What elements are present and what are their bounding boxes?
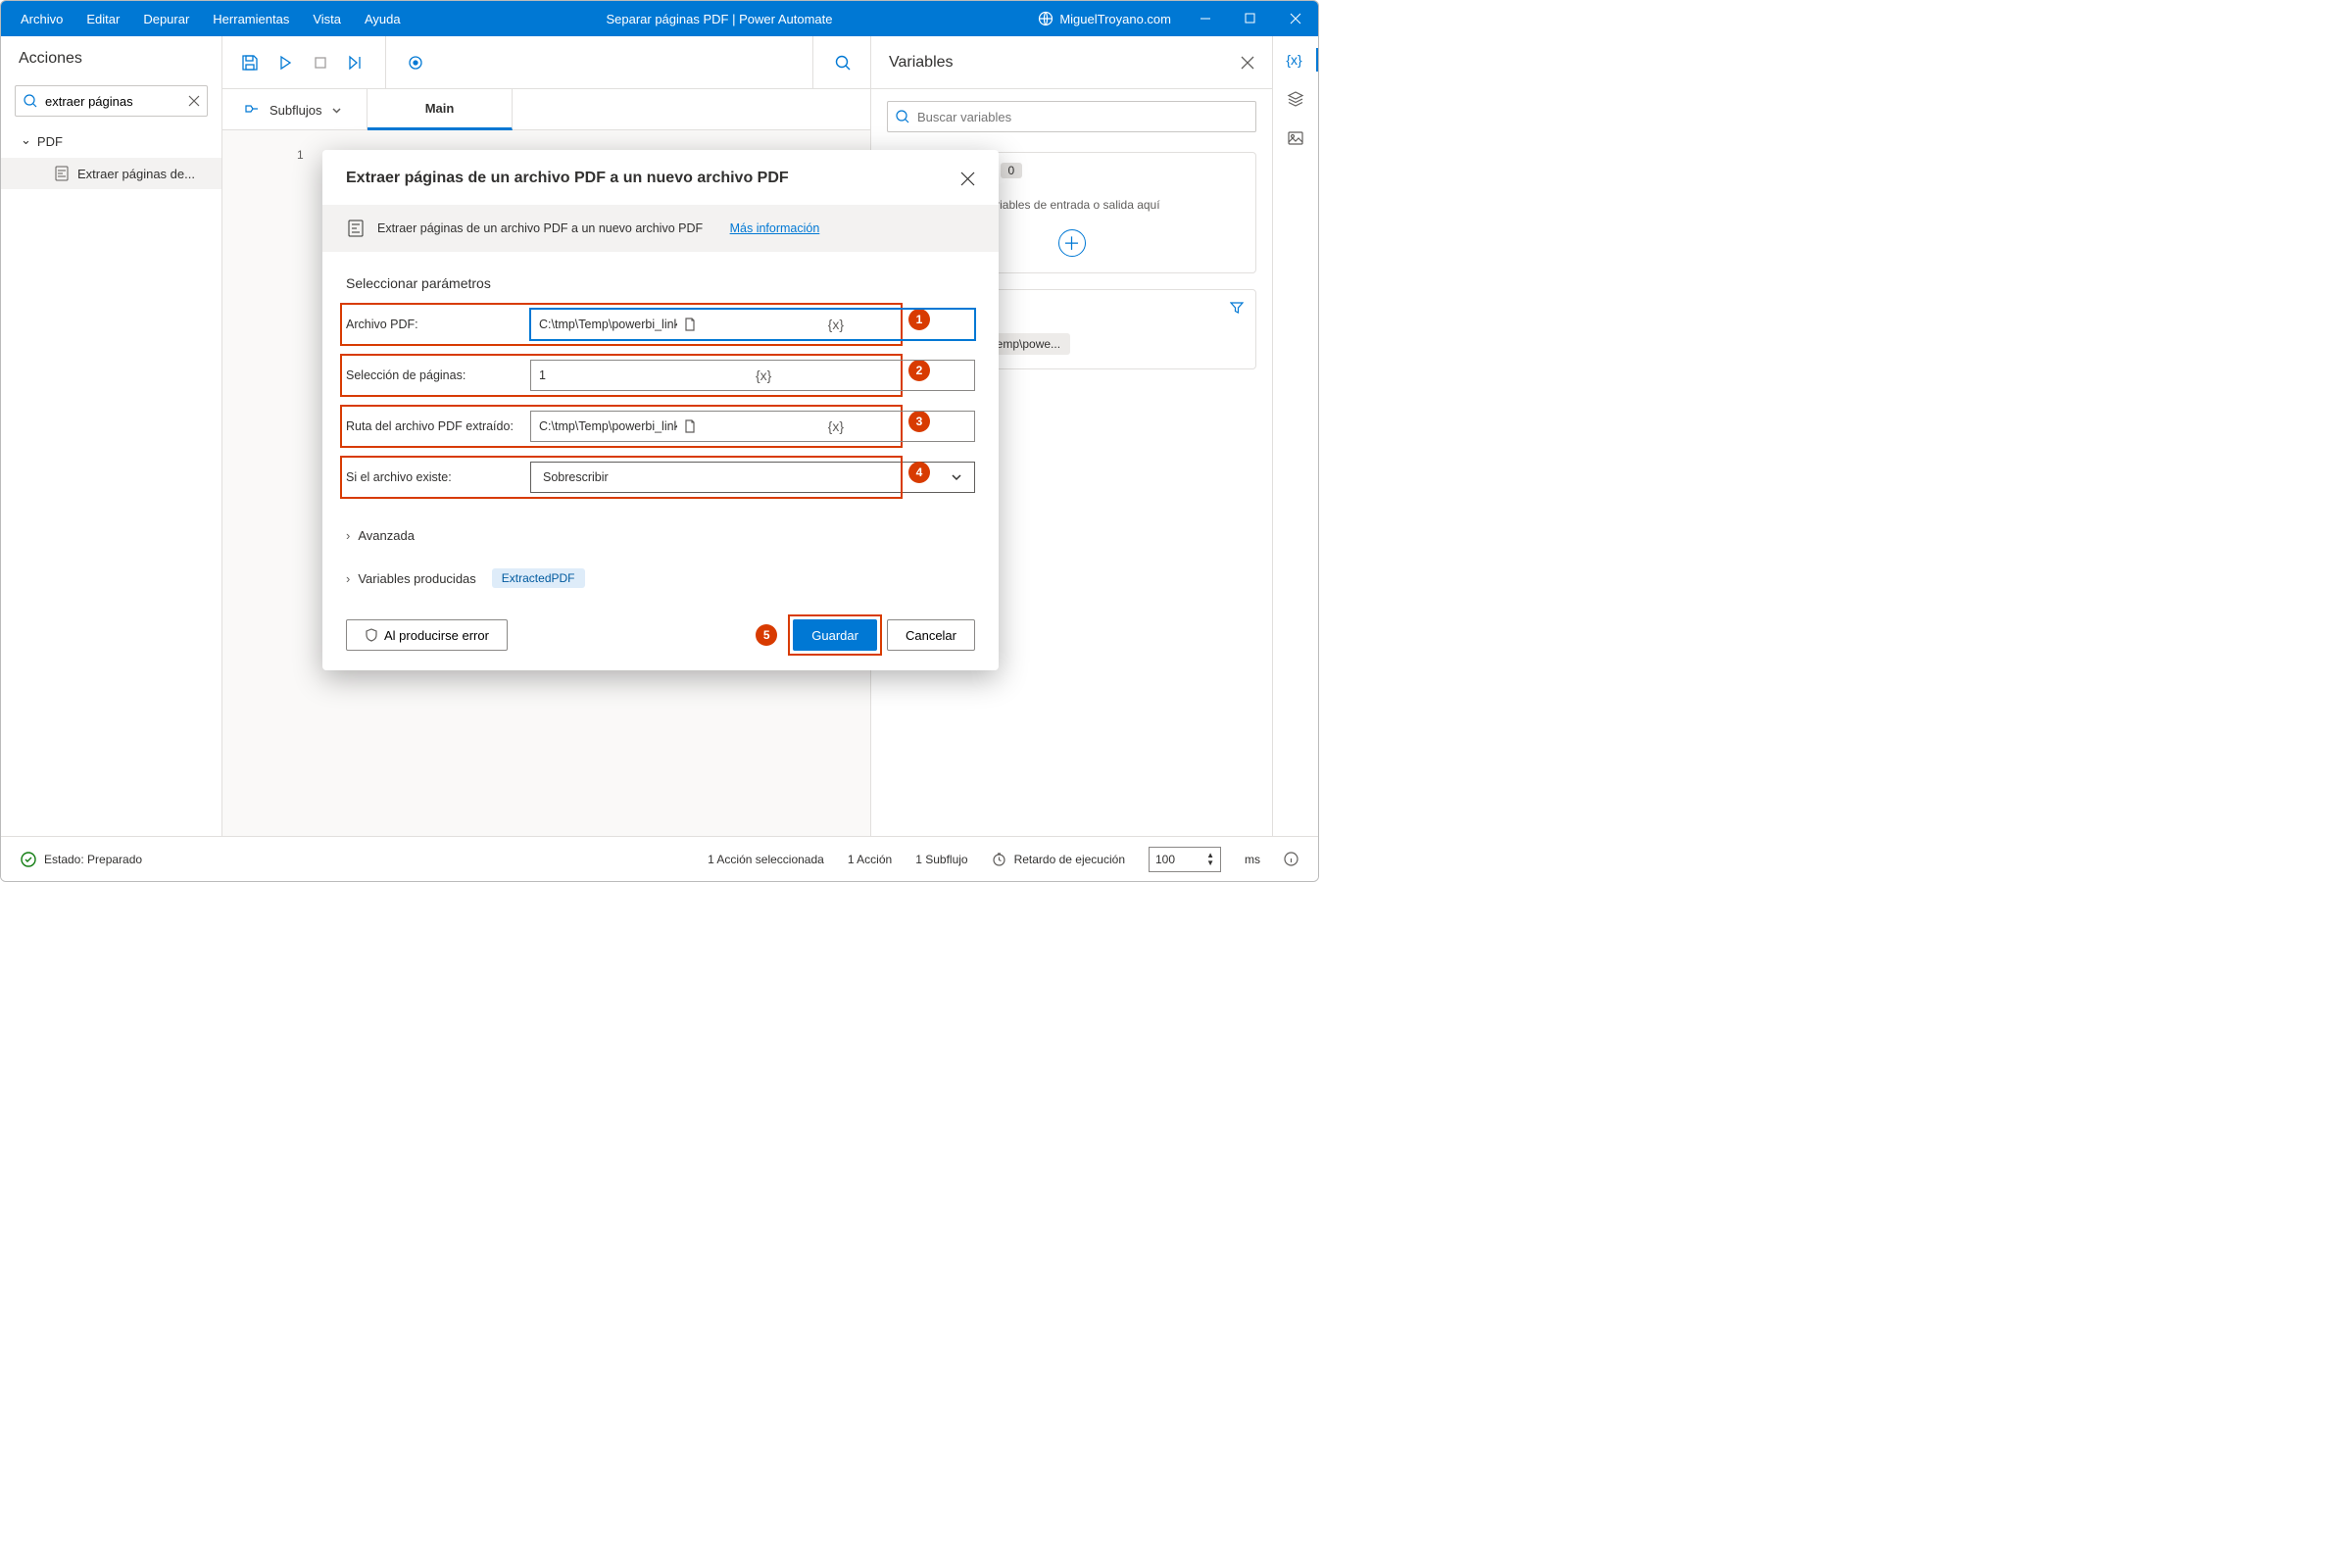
record-icon[interactable] bbox=[406, 53, 425, 73]
dialog-title: Extraer páginas de un archivo PDF a un n… bbox=[346, 170, 789, 187]
search-icon bbox=[23, 93, 38, 109]
io-count-badge: 0 bbox=[1001, 163, 1023, 178]
pdf-icon bbox=[346, 219, 366, 238]
menu-help[interactable]: Ayuda bbox=[353, 4, 413, 34]
actions-header: Acciones bbox=[1, 36, 221, 81]
save-button[interactable]: Guardar bbox=[793, 619, 877, 651]
file-picker-icon[interactable] bbox=[683, 419, 821, 433]
status-ms: ms bbox=[1245, 853, 1260, 866]
input-page-selection[interactable]: 1 {x} bbox=[530, 360, 975, 391]
line-number: 1 bbox=[297, 148, 304, 162]
variable-picker-icon[interactable]: {x} bbox=[828, 317, 966, 332]
file-picker-icon[interactable] bbox=[683, 318, 821, 331]
row-pdf-file: 1 Archivo PDF: C:\tmp\Temp\powerbi_linke… bbox=[346, 309, 975, 340]
actions-search-input[interactable] bbox=[15, 85, 208, 117]
site-link[interactable]: MiguelTroyano.com bbox=[1026, 11, 1183, 26]
rail-variables-icon[interactable]: {x} bbox=[1273, 48, 1319, 72]
action-item-extract-pages[interactable]: Extraer páginas de... bbox=[1, 158, 221, 189]
menu-tools[interactable]: Herramientas bbox=[201, 4, 301, 34]
variable-picker-icon[interactable]: {x} bbox=[756, 368, 966, 383]
status-sub: 1 Subflujo bbox=[915, 853, 967, 866]
window-controls bbox=[1183, 1, 1318, 36]
action-group-pdf[interactable]: PDF bbox=[1, 126, 221, 158]
menu-view[interactable]: Vista bbox=[301, 4, 353, 34]
label-output-path: Ruta del archivo PDF extraído: bbox=[346, 419, 530, 433]
actions-panel: Acciones PDF Extraer páginas de... bbox=[1, 36, 222, 837]
close-panel-icon[interactable] bbox=[1241, 56, 1254, 70]
status-act: 1 Acción bbox=[848, 853, 892, 866]
variables-header: Variables bbox=[871, 36, 1272, 89]
save-icon[interactable] bbox=[240, 53, 260, 73]
row-page-selection: 2 Selección de páginas: 1 {x} bbox=[346, 360, 975, 391]
rail-images-icon[interactable] bbox=[1284, 126, 1307, 150]
minimize-button[interactable] bbox=[1183, 1, 1228, 36]
clear-search-icon[interactable] bbox=[186, 93, 202, 109]
close-button[interactable] bbox=[1273, 1, 1318, 36]
subflow-icon bbox=[244, 102, 260, 118]
spinner-arrows[interactable]: ▲▼ bbox=[1206, 852, 1214, 867]
rail-layers-icon[interactable] bbox=[1284, 87, 1307, 111]
menu-edit[interactable]: Editar bbox=[74, 4, 131, 34]
on-error-button[interactable]: Al producirse error bbox=[346, 619, 508, 651]
stop-icon[interactable] bbox=[311, 53, 330, 73]
input-output-path[interactable]: C:\tmp\Temp\powerbi_linkedin_info_página… bbox=[530, 411, 975, 442]
shield-icon bbox=[365, 628, 378, 642]
main-tab[interactable]: Main bbox=[368, 89, 513, 130]
titlebar: Archivo Editar Depurar Herramientas Vist… bbox=[1, 1, 1318, 36]
tabs-bar: Subflujos Main bbox=[222, 89, 870, 130]
variables-search-input[interactable] bbox=[887, 101, 1256, 132]
extract-pdf-dialog: Extraer páginas de un archivo PDF a un n… bbox=[322, 150, 999, 670]
window-title: Separar páginas PDF | Power Automate bbox=[413, 12, 1027, 26]
delay-value-input[interactable]: 100 ▲▼ bbox=[1149, 847, 1221, 872]
dialog-close-icon[interactable] bbox=[960, 172, 975, 186]
maximize-button[interactable] bbox=[1228, 1, 1273, 36]
variable-picker-icon[interactable]: {x} bbox=[828, 418, 966, 434]
label-if-exists: Si el archivo existe: bbox=[346, 470, 530, 484]
more-info-link[interactable]: Más información bbox=[730, 221, 820, 235]
row-if-exists: 4 Si el archivo existe: Sobrescribir bbox=[346, 462, 975, 493]
select-if-exists[interactable]: Sobrescribir bbox=[530, 462, 975, 493]
filter-icon[interactable] bbox=[1230, 301, 1244, 315]
label-page-selection: Selección de páginas: bbox=[346, 368, 530, 382]
menu-bar: Archivo Editar Depurar Herramientas Vist… bbox=[1, 4, 413, 34]
dialog-footer: Al producirse error 5 Guardar Cancelar bbox=[322, 602, 999, 670]
variables-produced-expander[interactable]: Variables producidas ExtractedPDF bbox=[322, 563, 999, 594]
actions-search bbox=[15, 85, 208, 117]
label-pdf-file: Archivo PDF: bbox=[346, 318, 530, 331]
toolbar bbox=[222, 36, 870, 89]
status-sel: 1 Acción seleccionada bbox=[708, 853, 824, 866]
app-window: Archivo Editar Depurar Herramientas Vist… bbox=[0, 0, 1319, 882]
chevron-down-icon bbox=[951, 471, 962, 483]
advanced-expander[interactable]: Avanzada bbox=[322, 522, 999, 549]
right-rail: {x} bbox=[1272, 36, 1318, 837]
run-icon[interactable] bbox=[275, 53, 295, 73]
step-icon[interactable] bbox=[346, 53, 366, 73]
info-icon[interactable] bbox=[1284, 852, 1298, 866]
pdf-icon bbox=[54, 166, 70, 181]
status-delay-label: Retardo de ejecución bbox=[992, 852, 1125, 866]
add-variable-button[interactable]: ＋ bbox=[1058, 229, 1086, 257]
dialog-header: Extraer páginas de un archivo PDF a un n… bbox=[322, 150, 999, 205]
status-state: Estado: Preparado bbox=[21, 852, 142, 867]
variables-search bbox=[887, 101, 1256, 132]
cancel-button[interactable]: Cancelar bbox=[887, 619, 975, 651]
menu-file[interactable]: Archivo bbox=[9, 4, 74, 34]
dialog-info-bar: Extraer páginas de un archivo PDF a un n… bbox=[322, 205, 999, 252]
subflows-tab[interactable]: Subflujos bbox=[222, 89, 368, 130]
section-title: Seleccionar parámetros bbox=[346, 275, 975, 291]
produced-variable-chip[interactable]: ExtractedPDF bbox=[492, 568, 585, 588]
search-icon bbox=[895, 109, 910, 124]
input-pdf-file[interactable]: C:\tmp\Temp\powerbi_linkedin_info.pdf {x… bbox=[530, 309, 975, 340]
status-bar: Estado: Preparado 1 Acción seleccionada … bbox=[1, 836, 1318, 881]
menu-debug[interactable]: Depurar bbox=[131, 4, 201, 34]
toolbar-search-icon[interactable] bbox=[833, 53, 853, 73]
row-output-path: 3 Ruta del archivo PDF extraído: C:\tmp\… bbox=[346, 411, 975, 442]
parameters-section: Seleccionar parámetros 1 Archivo PDF: C:… bbox=[322, 252, 999, 522]
chevron-down-icon bbox=[331, 105, 342, 116]
